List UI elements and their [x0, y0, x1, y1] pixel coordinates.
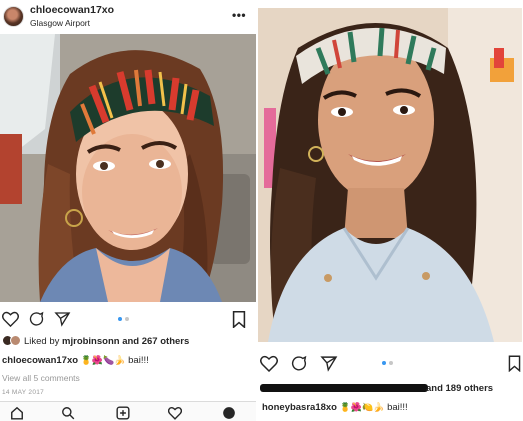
post-left: chloecowan17xo Glasgow Airport ••• Liked…: [0, 0, 256, 421]
activity-heart-icon[interactable]: [167, 406, 183, 421]
liked-by-user-link[interactable]: mjrobinsonn: [62, 336, 120, 347]
carousel-dot: [382, 361, 386, 365]
post-date: 14 MAY 2017: [2, 389, 45, 396]
location-link[interactable]: Glasgow Airport: [30, 18, 90, 28]
action-bar: [258, 350, 523, 376]
liked-by-avatars: [2, 335, 24, 347]
post-photo-image: [0, 34, 256, 302]
caption-text: bai!!!: [387, 402, 408, 413]
caption-emoji: 🍍🌺🍆🍌: [80, 355, 126, 365]
likes-summary[interactable]: and 189 others: [258, 383, 523, 397]
view-comments-link[interactable]: View all 5 comments: [2, 373, 80, 383]
carousel-indicator: [382, 361, 393, 365]
profile-icon[interactable]: [222, 406, 236, 421]
bookmark-icon[interactable]: [232, 311, 246, 333]
username-link[interactable]: chloecowan17xo: [30, 4, 114, 16]
redaction-bar: [260, 384, 428, 392]
search-icon[interactable]: [61, 406, 75, 421]
liked-by-count[interactable]: and 189 others: [426, 383, 493, 394]
caption: chloecowan17xo 🍍🌺🍆🍌 bai!!!: [2, 355, 149, 366]
caption-username-link[interactable]: honeybasra18xo: [262, 402, 337, 413]
caption-username-link[interactable]: chloecowan17xo: [2, 355, 78, 366]
caption: honeybasra18xo 🍍🌺🍋🍌 bai!!!: [262, 402, 408, 413]
caption-emoji: 🍍🌺🍋🍌: [339, 402, 385, 412]
home-icon[interactable]: [10, 406, 24, 421]
carousel-dot: [389, 361, 393, 365]
comment-icon[interactable]: [28, 311, 45, 332]
heart-icon[interactable]: [2, 311, 19, 332]
post-photo[interactable]: [258, 8, 522, 342]
bottom-nav: [0, 401, 256, 421]
liked-by-prefix: Liked by: [24, 336, 60, 347]
caption-text: bai!!!: [128, 355, 149, 366]
action-bar: [0, 306, 256, 332]
carousel-dot: [118, 317, 122, 321]
avatar: [10, 335, 21, 346]
post-header: chloecowan17xo Glasgow Airport •••: [0, 0, 256, 34]
avatar[interactable]: [3, 6, 24, 27]
post-photo-image: [258, 8, 522, 342]
post-photo[interactable]: [0, 34, 256, 302]
bookmark-icon[interactable]: [508, 355, 521, 377]
more-options-icon[interactable]: •••: [232, 8, 246, 22]
carousel-dot: [125, 317, 129, 321]
add-post-icon[interactable]: [116, 406, 130, 421]
likes-summary[interactable]: Liked by mjrobinsonn and 267 others: [0, 335, 256, 351]
comment-icon[interactable]: [290, 355, 308, 377]
send-icon[interactable]: [320, 355, 338, 377]
liked-by-count[interactable]: and 267 others: [122, 336, 189, 347]
send-icon[interactable]: [54, 311, 71, 332]
carousel-indicator: [118, 317, 129, 321]
heart-icon[interactable]: [260, 355, 278, 377]
